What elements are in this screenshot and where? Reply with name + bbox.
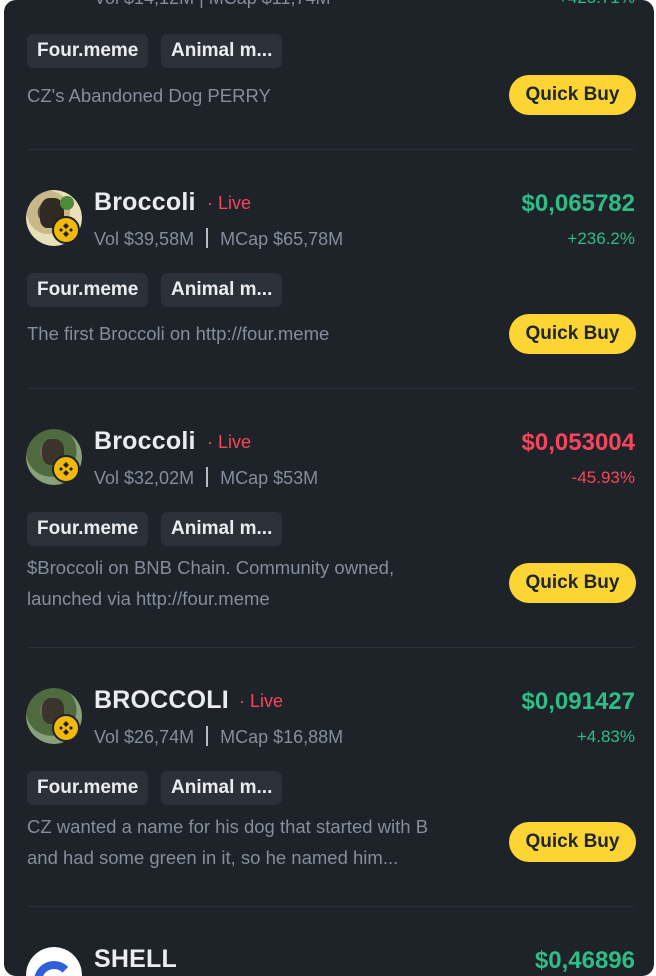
list-item[interactable]: Vol $14,12M | MCap $11,74M +425.71% Four…: [4, 0, 654, 150]
list-item[interactable]: SHELL $0,46896: [4, 907, 654, 976]
market-cap-value: MCap $53M: [220, 468, 319, 488]
token-description: CZ wanted a name for his dog that starte…: [27, 811, 477, 873]
token-name: Broccoli: [94, 427, 196, 455]
token-description: $Broccoli on BNB Chain. Community owned,…: [27, 552, 477, 614]
stats-divider: [206, 467, 209, 487]
description-line: CZ wanted a name for his dog that starte…: [27, 816, 429, 837]
token-stats: Vol $32,02M MCap $53M: [94, 467, 318, 489]
bnb-chain-icon: [52, 714, 80, 742]
tag-launchpad[interactable]: Four.meme: [27, 273, 149, 307]
volume-value: Vol $26,74M: [94, 727, 195, 747]
bnb-chain-icon: [52, 455, 80, 483]
tag-category[interactable]: Animal m...: [161, 34, 283, 68]
quick-buy-button[interactable]: Quick Buy: [509, 822, 636, 862]
token-price: $0,065782: [521, 190, 635, 217]
tag-category[interactable]: Animal m...: [161, 771, 283, 805]
description-line: and had some green in it, so he named hi…: [27, 847, 399, 868]
token-price: $0,46896: [534, 947, 635, 974]
description-line: launched via http://four.meme: [27, 588, 270, 609]
tag-launchpad[interactable]: Four.meme: [27, 34, 149, 68]
token-description: The first Broccoli on http://four.meme: [27, 323, 330, 344]
list-item[interactable]: Broccoli · Live Vol $32,02M MCap $53M $0,…: [4, 389, 654, 647]
live-status: · Live: [207, 193, 252, 213]
token-price: $0,053004: [521, 429, 635, 456]
token-avatar-icon: [26, 947, 82, 976]
live-status: · Live: [239, 691, 284, 711]
price-change: +236.2%: [567, 229, 635, 248]
list-item[interactable]: BROCCOLI · Live Vol $26,74M MCap $16,88M …: [4, 648, 654, 906]
token-name: Broccoli: [94, 188, 196, 216]
tag-category[interactable]: Animal m...: [161, 273, 283, 307]
price-change: +4.83%: [576, 727, 635, 746]
live-status: · Live: [207, 432, 252, 452]
token-description: CZ's Abandoned Dog PERRY: [27, 85, 271, 106]
quick-buy-button[interactable]: Quick Buy: [509, 75, 636, 115]
stats-divider: [206, 726, 209, 746]
token-name: SHELL: [94, 945, 177, 973]
market-cap-value: MCap $16,88M: [220, 727, 344, 747]
token-price: $0,091427: [521, 688, 635, 715]
volume-value: Vol $32,02M: [94, 468, 195, 488]
bnb-chain-icon: [52, 216, 80, 244]
token-list-panel: Vol $14,12M | MCap $11,74M +425.71% Four…: [4, 0, 654, 976]
price-change: +425.71%: [558, 0, 635, 8]
token-name: BROCCOLI: [94, 686, 229, 714]
quick-buy-button[interactable]: Quick Buy: [509, 314, 636, 354]
tag-launchpad[interactable]: Four.meme: [27, 512, 149, 546]
stats-divider: [206, 228, 209, 248]
price-change: -45.93%: [571, 468, 635, 487]
market-cap-value: MCap $65,78M: [220, 229, 344, 249]
description-line: $Broccoli on BNB Chain. Community owned,: [27, 557, 395, 578]
token-stats: Vol $26,74M MCap $16,88M: [94, 726, 343, 748]
token-stats: Vol $14,12M | MCap $11,74M: [94, 0, 330, 9]
tag-category[interactable]: Animal m...: [161, 512, 283, 546]
tag-launchpad[interactable]: Four.meme: [27, 771, 149, 805]
token-stats: Vol $39,58M MCap $65,78M: [94, 228, 343, 250]
list-item[interactable]: Broccoli · Live Vol $39,58M MCap $65,78M …: [4, 150, 654, 388]
quick-buy-button[interactable]: Quick Buy: [509, 563, 636, 603]
volume-value: Vol $39,58M: [94, 229, 195, 249]
